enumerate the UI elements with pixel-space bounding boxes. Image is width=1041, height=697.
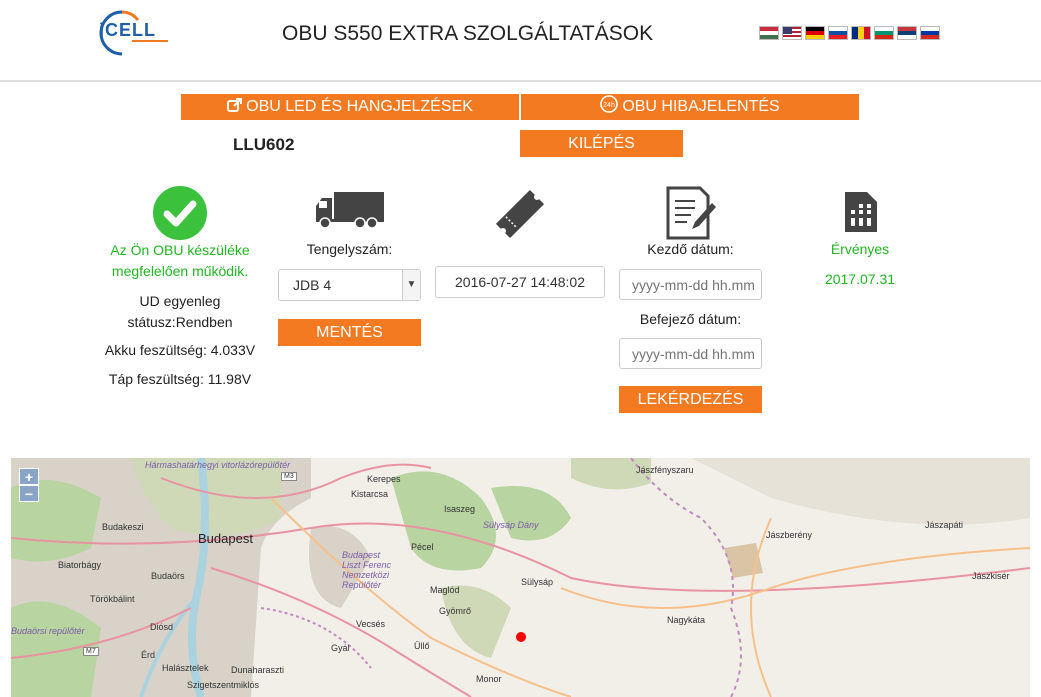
road-shield: M7	[83, 647, 99, 656]
error-report-label: OBU HIBAJELENTÉS	[622, 98, 780, 115]
map-label: Maglód	[430, 585, 460, 595]
map-label: Szigetszentmiklós	[187, 680, 260, 690]
map-label: Budapest	[198, 531, 253, 546]
flag-us-icon[interactable]	[782, 26, 802, 40]
map-label: Kistarcsa	[351, 489, 389, 499]
flag-ro-icon[interactable]	[851, 26, 871, 40]
supply-voltage: Táp feszültség: 11.98V	[108, 371, 252, 387]
map-label: Gyömrő	[439, 606, 472, 616]
license-plate: LLU602	[233, 135, 295, 154]
map-label: Vecsés	[356, 619, 386, 629]
support-24h-icon: 24h	[600, 95, 619, 113]
map-label: Monor	[476, 674, 502, 684]
ud-balance-status: UD egyenleg státusz:Rendben	[127, 293, 233, 330]
validity-label: Érvényes	[830, 241, 890, 257]
edit-document-icon	[665, 185, 717, 241]
map-label: Kerepes	[367, 474, 401, 484]
map-label: Diósd	[150, 622, 174, 632]
map-label: Jászapáti	[925, 520, 964, 530]
map-label: Isaszeg	[444, 504, 476, 514]
map-label: Budapest Liszt Ferenc Nemzetközi Repülőt…	[342, 550, 392, 590]
zoom-in-button[interactable]: +	[19, 468, 39, 485]
obu-status-message: Az Ön OBU készüléke megfelelően működik.	[110, 242, 250, 279]
road-shield: M3	[281, 472, 297, 481]
zoom-out-button[interactable]: −	[19, 485, 39, 502]
map-label: Gyál	[331, 643, 350, 653]
led-sound-signals-label: OBU LED ÉS HANGJELZÉSEK	[246, 98, 473, 115]
zoom-control: + −	[19, 468, 39, 502]
language-flags	[759, 26, 940, 40]
map-label: Törökbálint	[90, 594, 135, 604]
query-button[interactable]: LEKÉRDEZÉS	[619, 386, 762, 413]
end-date-input[interactable]	[619, 338, 762, 369]
battery-voltage: Akku feszültség: 4.033V	[104, 342, 256, 358]
external-link-icon	[227, 98, 243, 112]
ticket-datetime-field: 2016-07-27 14:48:02	[435, 266, 605, 298]
chevron-down-icon: ▼	[402, 270, 420, 300]
axle-count-select[interactable]: JDB 4 ▼	[278, 269, 421, 301]
flag-de-icon[interactable]	[805, 26, 825, 40]
map-label: Érd	[141, 650, 156, 660]
map-label: Dunaharaszti	[231, 665, 285, 675]
map-label: Sülysáp Dány	[483, 520, 539, 530]
map-label: Hármashatárhegyi vitorlázórepülőtér	[145, 460, 291, 470]
map-label: Nagykáta	[667, 615, 706, 625]
map-label: Sülysáp	[521, 577, 554, 587]
logo-text: iCELL	[99, 20, 156, 40]
map-label: Biatorbágy	[58, 560, 102, 570]
sim-card-icon	[843, 190, 879, 234]
save-button[interactable]: MENTÉS	[278, 319, 421, 346]
ticket-icon	[490, 184, 550, 244]
validity-date: 2017.07.31	[824, 271, 896, 287]
logout-button[interactable]: KILÉPÉS	[520, 130, 683, 157]
map-label: Jászberény	[766, 530, 813, 540]
end-date-label: Befejező dátum:	[639, 311, 742, 327]
support-24h-text: 24h	[603, 102, 615, 109]
flag-rs-icon[interactable]	[897, 26, 917, 40]
flag-ru-icon[interactable]	[920, 26, 940, 40]
flag-hu-icon[interactable]	[759, 26, 779, 40]
page-title: OBU S550 EXTRA SZOLGÁLTATÁSOK	[282, 22, 654, 45]
start-date-input[interactable]	[619, 269, 762, 300]
flag-bg-icon[interactable]	[874, 26, 894, 40]
error-report-button[interactable]: 24h OBU HIBAJELENTÉS	[521, 94, 859, 120]
map-label: Üllő	[414, 641, 430, 651]
checkmark-icon	[153, 186, 207, 240]
map-label: Budaörsi repülőtér	[11, 626, 85, 636]
location-map[interactable]: Hármashatárhegyi vitorlázórepülőtér M3 K…	[11, 458, 1030, 697]
truck-icon	[314, 190, 386, 230]
icell-logo[interactable]: iCELL	[92, 8, 174, 58]
axle-count-value: JDB 4	[293, 277, 332, 293]
led-sound-signals-button[interactable]: OBU LED ÉS HANGJELZÉSEK	[181, 94, 519, 120]
map-label: Pécel	[411, 542, 434, 552]
map-label: Jászkisér	[972, 571, 1010, 581]
map-label: Jászfényszaru	[636, 465, 694, 475]
axle-count-label: Tengelyszám:	[306, 241, 393, 257]
vehicle-location-marker[interactable]	[516, 632, 526, 642]
flag-sk-icon[interactable]	[828, 26, 848, 40]
start-date-label: Kezdő dátum:	[647, 241, 734, 257]
header-bar: iCELL OBU S550 EXTRA SZOLGÁLTATÁSOK	[0, 0, 1041, 82]
map-label: Halásztelek	[162, 663, 209, 673]
map-label: Budakeszi	[102, 522, 144, 532]
map-label: Budaörs	[151, 571, 185, 581]
